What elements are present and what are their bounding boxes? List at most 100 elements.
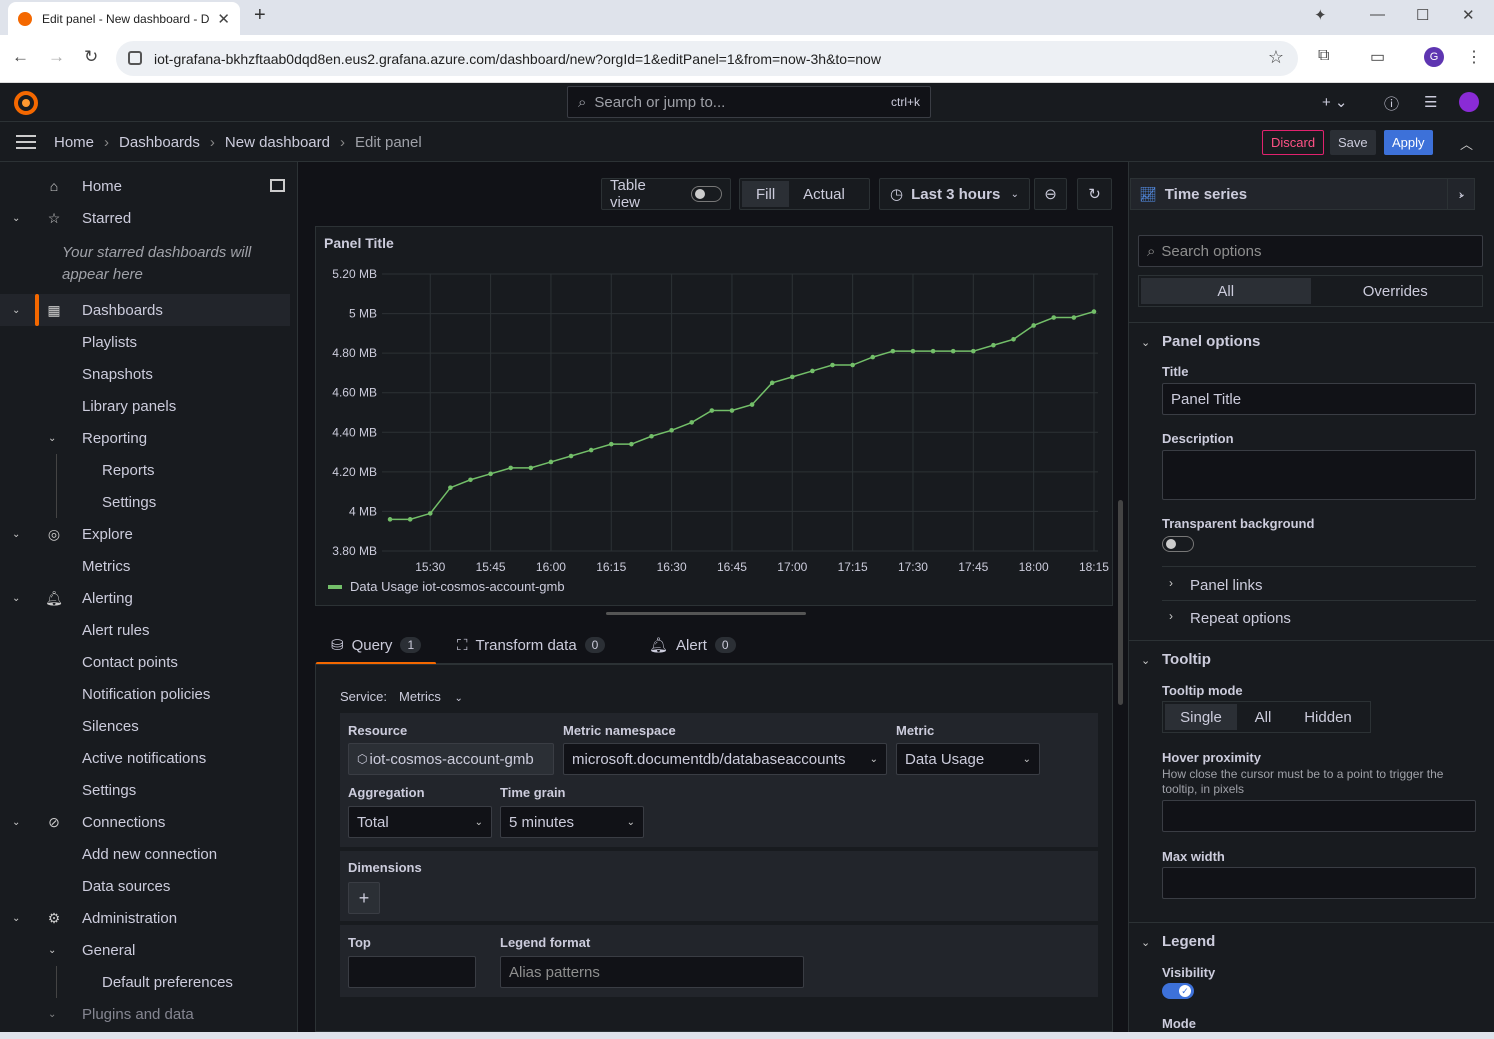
max-width-input[interactable] <box>1162 867 1476 899</box>
repeat-options-header[interactable]: Repeat options <box>1190 610 1291 627</box>
chevron-down-icon[interactable]: ⌄ <box>1141 936 1150 949</box>
legend-header[interactable]: Legend <box>1162 933 1215 950</box>
save-button[interactable]: Save <box>1330 130 1376 155</box>
zoom-out-button[interactable]: ⊖ <box>1034 178 1067 210</box>
sidebar-item-reporting[interactable]: ⌄ Reporting <box>0 422 290 454</box>
chevron-down-icon[interactable]: ⌄ <box>48 433 56 444</box>
breadcrumb-new-dashboard[interactable]: New dashboard <box>225 134 330 151</box>
chevron-right-icon[interactable]: › <box>1169 609 1173 623</box>
back-icon[interactable]: ← <box>12 47 29 67</box>
sidebar-item-data-sources[interactable]: Data sources <box>0 870 290 902</box>
sidebar-item-add-new-connection[interactable]: Add new connection <box>0 838 290 870</box>
profile-avatar[interactable]: G <box>1424 47 1444 67</box>
time-picker[interactable]: ◷ Last 3 hours ⌄ <box>879 178 1030 210</box>
table-view-toggle[interactable]: Table view <box>601 177 731 211</box>
sidebar-item-explore[interactable]: ⌄ ◎ Explore <box>0 518 290 550</box>
sidebar-item-snapshots[interactable]: Snapshots <box>0 358 290 390</box>
reload-icon[interactable]: ↻ <box>84 47 98 67</box>
discard-button[interactable]: Discard <box>1262 130 1325 155</box>
chevron-down-icon[interactable]: ⌄ <box>12 593 20 604</box>
actual-option[interactable]: Actual <box>789 181 859 207</box>
bookmark-star-icon[interactable]: ☆ <box>1268 47 1284 68</box>
close-window-icon[interactable]: ✕ <box>1462 6 1475 24</box>
tab-query[interactable]: ⛁ Query 1 <box>315 626 437 665</box>
sidebar-item-connections[interactable]: ⌄ ⊘ Connections <box>0 806 290 838</box>
sidebar-item-contact-points[interactable]: Contact points <box>0 646 290 678</box>
sidebar-item-reports[interactable]: Reports <box>0 454 290 486</box>
editor-scrollbar[interactable] <box>1118 500 1123 705</box>
sidebar-item-silences[interactable]: Silences <box>0 710 290 742</box>
mode-hidden[interactable]: Hidden <box>1289 704 1367 730</box>
tab-transform-data[interactable]: ⛶ Transform data 0 <box>457 626 606 664</box>
chevron-down-icon[interactable]: ⌄ <box>48 1009 56 1020</box>
chevron-down-icon[interactable]: ⌄ <box>1141 654 1150 667</box>
namespace-select[interactable]: microsoft.documentdb/databaseaccounts ⌄ <box>563 743 887 775</box>
menu-toggle-icon[interactable] <box>16 135 36 149</box>
panel-links-header[interactable]: Panel links <box>1190 577 1263 594</box>
sidebar-item-library-panels[interactable]: Library panels <box>0 390 290 422</box>
sidebar-item-dashboards[interactable]: ⌄ ▦ Dashboards <box>0 294 290 326</box>
user-avatar[interactable] <box>1459 92 1479 112</box>
mode-single[interactable]: Single <box>1165 704 1237 730</box>
sidebar-item-active-notifications[interactable]: Active notifications <box>0 742 290 774</box>
sidebar-item-metrics[interactable]: Metrics <box>0 550 290 582</box>
tooltip-header[interactable]: Tooltip <box>1162 651 1211 668</box>
search-input[interactable]: ⌕ Search or jump to... ctrl+k <box>567 86 931 118</box>
transparent-toggle[interactable] <box>1162 536 1194 552</box>
description-textarea[interactable] <box>1162 450 1476 500</box>
cast-icon[interactable]: ▭ <box>1370 47 1385 67</box>
visibility-toggle[interactable]: ✓ <box>1162 983 1194 999</box>
chevron-down-icon[interactable]: ⌄ <box>1141 336 1150 349</box>
chevron-down-icon[interactable]: ⌄ <box>12 305 20 316</box>
mode-all[interactable]: All <box>1237 704 1289 730</box>
resize-handle[interactable] <box>606 612 806 615</box>
chevron-down-icon[interactable]: ⌄ <box>12 213 20 224</box>
breadcrumb-dashboards[interactable]: Dashboards <box>119 134 200 151</box>
service-select[interactable]: Metrics ⌄ <box>399 689 463 704</box>
chevron-down-icon[interactable]: ⌄ <box>12 529 20 540</box>
sidebar-item-reporting-settings[interactable]: Settings <box>0 486 290 518</box>
sidebar-item-general[interactable]: ⌄ General <box>0 934 290 966</box>
chevron-down-icon[interactable]: ⌄ <box>12 913 20 924</box>
sidebar-item-administration[interactable]: ⌄ ⚙ Administration <box>0 902 290 934</box>
apply-button[interactable]: Apply <box>1384 130 1433 155</box>
chevron-down-icon[interactable]: ⌄ <box>12 817 20 828</box>
legend-format-input[interactable]: Alias patterns <box>500 956 804 988</box>
breadcrumb-home[interactable]: Home <box>54 134 94 151</box>
fill-option[interactable]: Fill <box>742 181 790 207</box>
maximize-icon[interactable]: ☐ <box>1416 6 1429 24</box>
forward-icon[interactable]: → <box>48 47 65 67</box>
browser-tab[interactable]: Edit panel - New dashboard - D ✕ <box>8 2 240 35</box>
top-input[interactable] <box>348 956 476 988</box>
metric-select[interactable]: Data Usage ⌄ <box>896 743 1040 775</box>
sidebar-item-alerting[interactable]: ⌄ 🔔︎ Alerting <box>0 582 290 614</box>
hover-proximity-input[interactable] <box>1162 800 1476 832</box>
timegrain-select[interactable]: 5 minutes ⌄ <box>500 806 644 838</box>
sidebar-item-alerting-settings[interactable]: Settings <box>0 774 290 806</box>
chevron-right-icon[interactable]: › <box>1169 576 1173 590</box>
tab-all[interactable]: All <box>1141 278 1311 304</box>
sidebar-item-starred[interactable]: ⌄ ☆ Starred <box>0 202 290 234</box>
chevron-down-icon[interactable]: ⌄ <box>48 945 56 956</box>
help-icon[interactable]: ⓘ <box>1384 93 1399 114</box>
minimize-icon[interactable]: — <box>1370 6 1385 23</box>
visualization-picker[interactable]: 📈︎ Time series ⌄ <box>1130 178 1475 210</box>
extensions-icon[interactable]: ⧉ <box>1318 47 1329 65</box>
news-rss-icon[interactable]: ☰ <box>1424 93 1437 111</box>
chevron-up-icon[interactable]: ︿ <box>1460 134 1473 153</box>
sidebar-item-home[interactable]: ⌂ Home <box>0 170 290 202</box>
new-tab-icon[interactable]: + <box>254 4 266 27</box>
sidebar-item-playlists[interactable]: Playlists <box>0 326 290 358</box>
sidebar-item-notification-policies[interactable]: Notification policies <box>0 678 290 710</box>
table-view-switch[interactable] <box>690 186 722 202</box>
tab-alert[interactable]: 🔔︎ Alert 0 <box>649 626 736 664</box>
search-options-input[interactable]: ⌕ Search options <box>1138 235 1483 267</box>
aggregation-select[interactable]: Total ⌄ <box>348 806 492 838</box>
add-dimension-button[interactable]: + <box>348 882 380 914</box>
sidebar-item-alert-rules[interactable]: Alert rules <box>0 614 290 646</box>
add-new-icon[interactable]: + ⌄ <box>1322 93 1348 111</box>
refresh-button[interactable]: ↻ <box>1077 178 1112 210</box>
gemini-icon[interactable]: ✦ <box>1314 6 1327 24</box>
close-tab-icon[interactable]: ✕ <box>217 10 230 28</box>
site-info-icon[interactable] <box>128 51 142 65</box>
